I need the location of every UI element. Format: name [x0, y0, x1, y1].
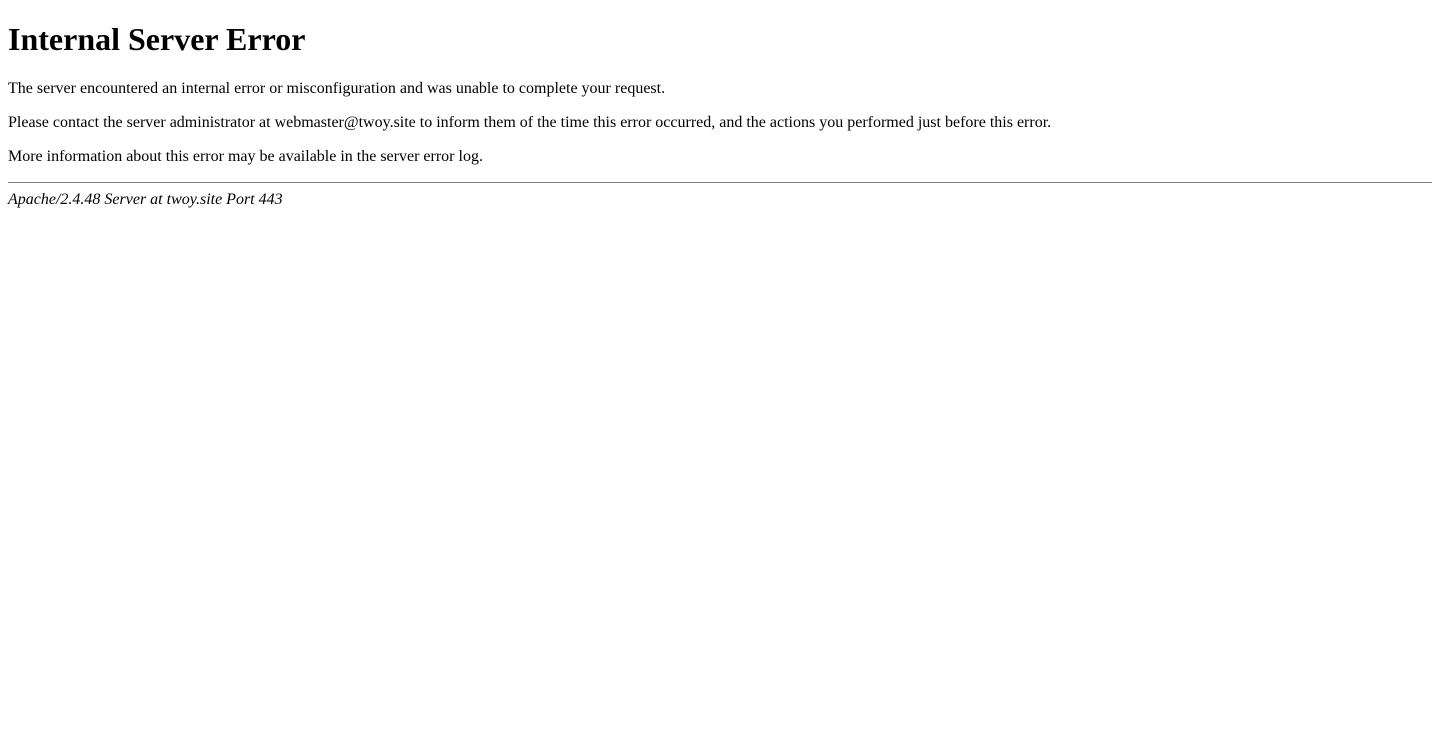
error-title: Internal Server Error — [8, 21, 1432, 58]
error-description-1: The server encountered an internal error… — [8, 80, 1432, 98]
divider — [8, 182, 1432, 183]
error-description-3: More information about this error may be… — [8, 148, 1432, 166]
error-description-2: Please contact the server administrator … — [8, 114, 1432, 132]
server-signature: Apache/2.4.48 Server at twoy.site Port 4… — [8, 191, 1432, 209]
